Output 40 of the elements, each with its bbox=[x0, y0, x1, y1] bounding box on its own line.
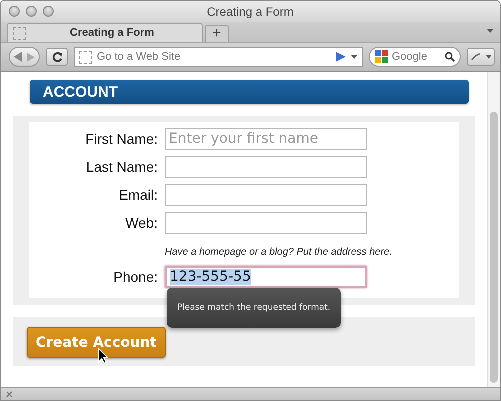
window-title: Creating a Form bbox=[207, 4, 294, 18]
reload-button[interactable] bbox=[46, 48, 68, 66]
back-icon[interactable] bbox=[14, 52, 23, 62]
input-field[interactable]: Enter your first name bbox=[165, 128, 367, 150]
scrollbar[interactable] bbox=[487, 72, 500, 387]
reload-icon bbox=[52, 52, 62, 62]
search-engine-icon[interactable] bbox=[375, 50, 389, 64]
browser-tab[interactable]: Creating a Form bbox=[7, 23, 203, 42]
input-field[interactable] bbox=[165, 156, 367, 178]
input-field[interactable]: 123-555-55 bbox=[165, 266, 367, 288]
input-field[interactable] bbox=[165, 212, 367, 234]
caret-icon[interactable] bbox=[487, 29, 494, 33]
window-control[interactable] bbox=[43, 6, 54, 17]
search-field[interactable]: Google bbox=[392, 51, 442, 63]
field-hint: Have a homepage or a blog? Put the address here. bbox=[165, 246, 394, 260]
page-icon bbox=[79, 50, 92, 64]
field-label: Last Name: bbox=[85, 159, 158, 175]
new-tab-button[interactable]: + bbox=[205, 25, 229, 42]
field-label: Phone: bbox=[112, 269, 158, 285]
field-label: Web: bbox=[124, 215, 158, 231]
input-field[interactable] bbox=[165, 184, 367, 206]
window-control[interactable] bbox=[9, 6, 20, 17]
search-icon[interactable] bbox=[445, 52, 455, 62]
address-bar[interactable]: Go to a Web Site bbox=[74, 47, 363, 67]
caret-icon bbox=[486, 55, 492, 59]
bookmarks-button[interactable] bbox=[467, 48, 495, 66]
field-label: Email: bbox=[118, 187, 158, 203]
search-bar[interactable]: Google bbox=[369, 47, 461, 67]
section-header: ACCOUNT bbox=[30, 80, 469, 104]
field-label: First Name: bbox=[84, 131, 158, 147]
validation-tooltip: Please match the requested format. bbox=[167, 288, 341, 328]
forward-icon[interactable] bbox=[27, 52, 35, 62]
close-icon[interactable] bbox=[6, 390, 13, 398]
window-control[interactable] bbox=[26, 6, 37, 17]
caret-icon[interactable] bbox=[351, 55, 358, 59]
address-field[interactable]: Go to a Web Site bbox=[97, 51, 331, 63]
scroll-thumb[interactable] bbox=[490, 112, 498, 383]
go-icon[interactable] bbox=[336, 52, 346, 62]
favicon-icon bbox=[13, 26, 26, 40]
mouse-cursor-icon bbox=[98, 348, 109, 364]
